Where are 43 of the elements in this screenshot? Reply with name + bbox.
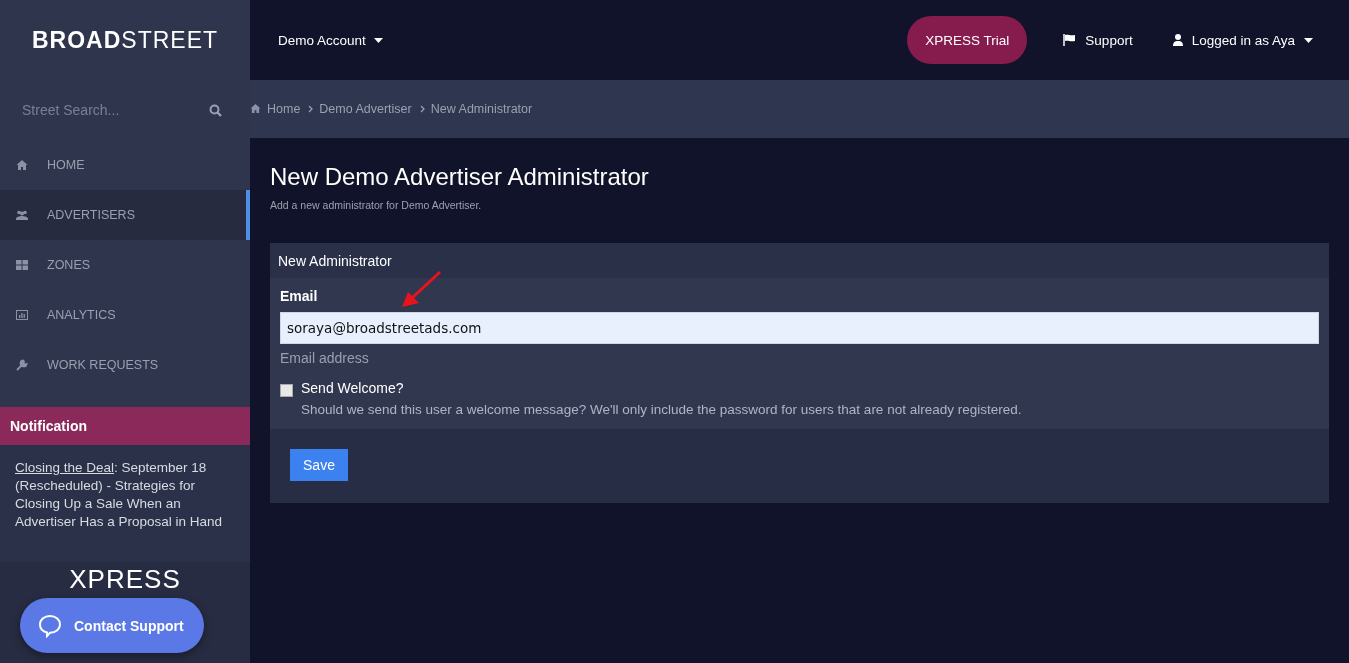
home-icon <box>250 104 261 114</box>
chevron-icon <box>419 105 425 113</box>
wrench-icon <box>16 359 28 371</box>
save-button[interactable]: Save <box>290 449 348 481</box>
page-title: New Demo Advertiser Administrator <box>270 163 650 191</box>
notification-title: Notification <box>0 407 250 445</box>
notification-link[interactable]: Closing the Deal <box>15 460 115 475</box>
search-icon[interactable] <box>209 103 222 117</box>
send-welcome-help: Should we send this user a welcome message? We'll only include the password for users that are not already registered. <box>301 402 1022 417</box>
promo-logo: XPRESS <box>69 564 181 594</box>
chevron-icon <box>308 105 314 113</box>
sidebar-item[interactable]: ANALYTICS <box>0 290 250 340</box>
logo[interactable]: BROADSTREET <box>31 26 219 54</box>
sidebar-item[interactable]: ZONES <box>0 240 250 290</box>
chart-icon <box>16 309 28 321</box>
contact-support-button[interactable]: Contact Support <box>20 598 204 653</box>
grid-icon <box>16 259 28 271</box>
breadcrumb-link[interactable]: Home <box>267 102 301 116</box>
search-field[interactable]: Street Search... <box>20 101 209 119</box>
sidebar-item[interactable]: HOME <box>0 140 250 190</box>
support-link[interactable]: Support <box>1063 32 1133 48</box>
notification-text: Closing the Deal: September 18 (Rescheduled) - Strategies for Closing Up a Sale When an Advertiser Has a Proposal in Hand <box>15 459 224 531</box>
trial-button[interactable]: XPRESS Trial <box>907 16 1028 64</box>
send-welcome-label: Send Welcome? <box>301 380 405 396</box>
sidebar-item[interactable]: WORK REQUESTS <box>0 340 250 390</box>
chat-icon <box>38 613 62 638</box>
account-menu[interactable]: Demo Account <box>278 32 383 48</box>
caret-icon <box>373 37 383 43</box>
send-welcome-checkbox[interactable] <box>280 384 293 397</box>
email-field[interactable]: soraya@broadstreetads.com <box>280 312 1319 344</box>
email-help: Email address <box>280 350 370 366</box>
breadcrumb-link[interactable]: Demo Advertiser <box>319 102 412 116</box>
caret-icon <box>1304 37 1313 43</box>
sidebar-item[interactable]: ADVERTISERS <box>0 190 250 240</box>
page-subtitle: Add a new administrator for Demo Advertiser. <box>270 199 483 211</box>
annotation-arrow <box>400 270 442 308</box>
email-label: Email <box>280 288 319 304</box>
breadcrumb-link[interactable]: New Administrator <box>430 102 533 116</box>
user-menu[interactable]: Logged in as Aya <box>1172 32 1313 48</box>
home-icon <box>16 159 28 171</box>
users-icon <box>16 209 28 221</box>
flag-icon <box>1063 34 1077 46</box>
user-icon <box>1172 34 1183 46</box>
